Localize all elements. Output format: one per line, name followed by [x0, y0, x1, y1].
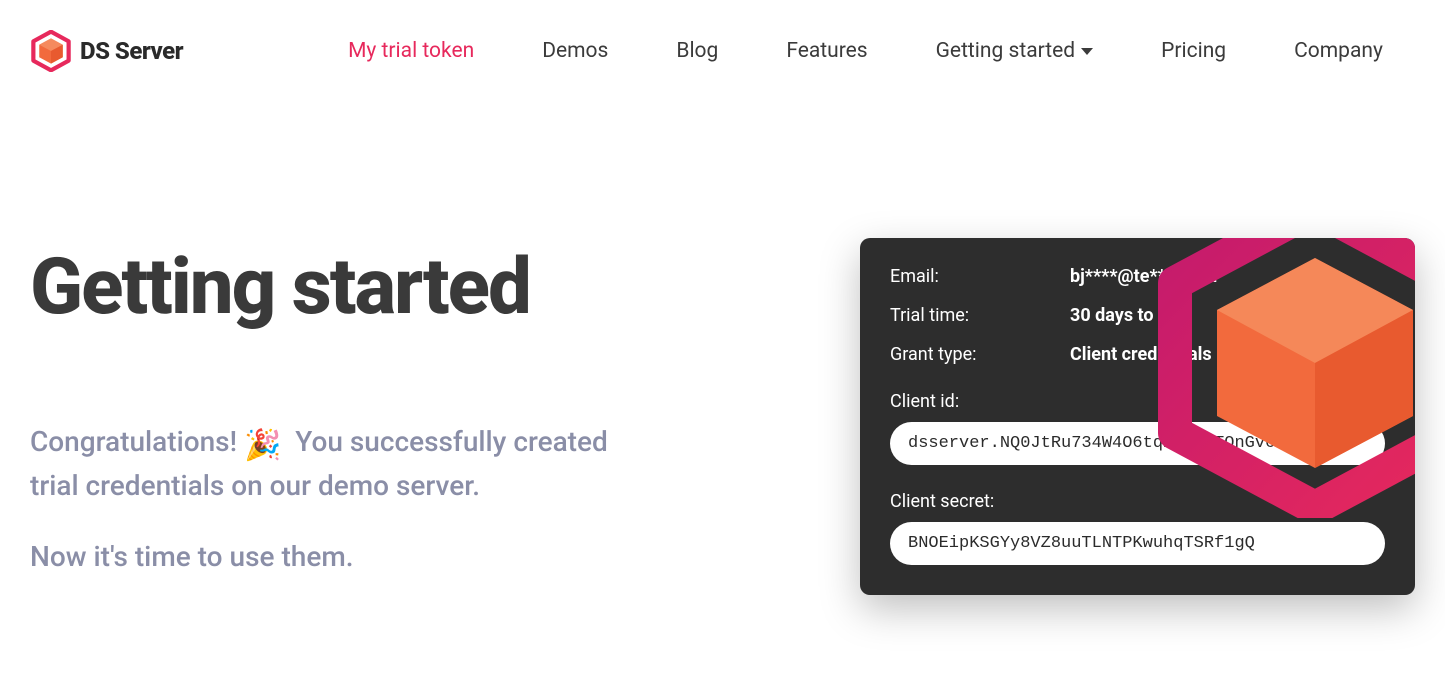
- now-text: Now it's time to use them.: [30, 538, 820, 576]
- nav-pricing[interactable]: Pricing: [1161, 39, 1226, 63]
- congrats-text: Congratulations! 🎉 You successfully crea…: [30, 423, 820, 504]
- email-value: bj****@te****com: [1070, 266, 1217, 287]
- party-popper-icon: 🎉: [244, 426, 281, 467]
- site-header: DS Server My trial token Demos Blog Feat…: [0, 0, 1445, 72]
- trial-time-value: 30 days to go: [1070, 305, 1178, 326]
- grant-type-label: Grant type:: [890, 344, 1070, 365]
- nav-blog[interactable]: Blog: [676, 39, 718, 63]
- nav-trial-token[interactable]: My trial token: [348, 39, 474, 63]
- nav-demos[interactable]: Demos: [542, 39, 608, 63]
- grant-type-help-link[interactable]: [?]: [1220, 344, 1239, 365]
- nav-getting-started-label: Getting started: [936, 39, 1076, 63]
- nav-getting-started[interactable]: Getting started: [936, 39, 1094, 63]
- intro-section: Getting started Congratulations! 🎉 You s…: [30, 252, 820, 576]
- client-id-input[interactable]: [890, 422, 1385, 465]
- main-nav: My trial token Demos Blog Features Getti…: [348, 39, 1383, 63]
- client-id-label: Client id:: [890, 391, 1385, 412]
- nav-company[interactable]: Company: [1294, 39, 1383, 63]
- trial-time-label: Trial time:: [890, 305, 1070, 326]
- brand-logo[interactable]: DS Server: [30, 30, 183, 72]
- page-title: Getting started: [30, 242, 820, 333]
- client-secret-label: Client secret:: [890, 491, 1385, 512]
- congrats-prefix: Congratulations!: [30, 425, 237, 458]
- brand-name: DS Server: [80, 37, 183, 65]
- trial-time-row: Trial time: 30 days to go: [890, 305, 1385, 326]
- hex-cube-icon: [30, 30, 72, 72]
- main-content: Getting started Congratulations! 🎉 You s…: [0, 252, 1445, 595]
- congrats-rest2: trial credentials on our demo server.: [30, 469, 480, 502]
- email-row: Email: bj****@te****com: [890, 266, 1385, 287]
- email-label: Email:: [890, 266, 1070, 287]
- client-secret-input[interactable]: [890, 522, 1385, 565]
- caret-down-icon: [1081, 48, 1093, 55]
- credentials-card: Email: bj****@te****com Trial time: 30 d…: [860, 238, 1415, 595]
- grant-type-row: Grant type: Client credentials [?]: [890, 344, 1385, 365]
- grant-type-text: Client credentials: [1070, 344, 1212, 365]
- grant-type-value: Client credentials [?]: [1070, 344, 1239, 365]
- nav-features[interactable]: Features: [786, 39, 867, 63]
- congrats-rest1: You successfully created: [295, 425, 608, 458]
